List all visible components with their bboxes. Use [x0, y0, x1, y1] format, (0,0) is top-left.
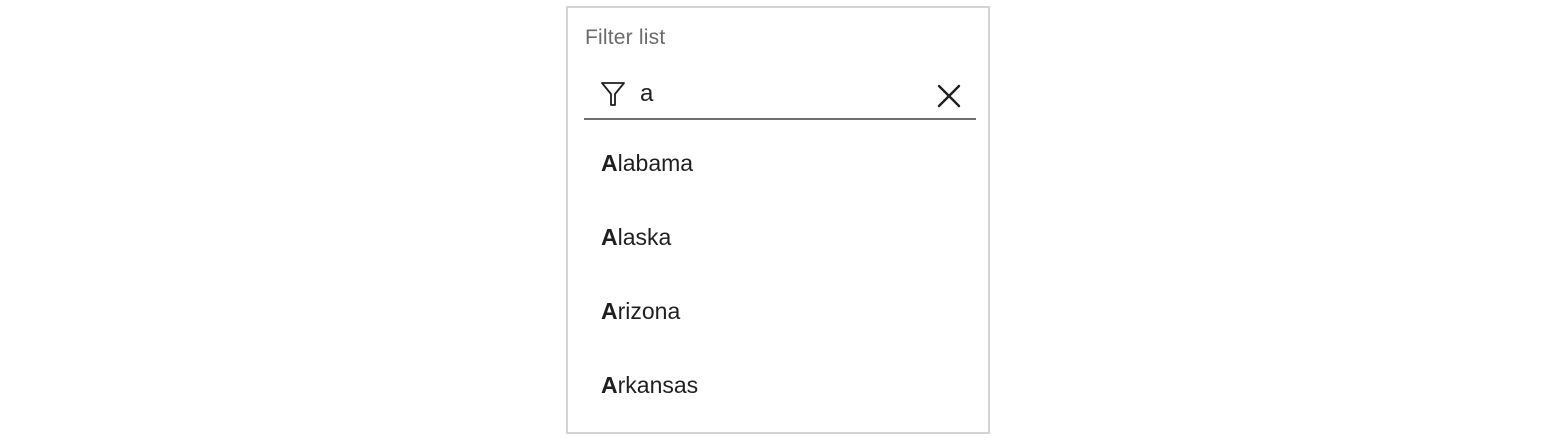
match-text: A [601, 298, 618, 324]
list-item[interactable]: Arizona [568, 274, 988, 348]
list-item[interactable]: Alabama [568, 126, 988, 200]
list-item[interactable]: Alaska [568, 200, 988, 274]
results-list: Alabama Alaska Arizona Arkansas [568, 126, 988, 422]
rest-text: rkansas [617, 372, 699, 398]
list-item[interactable]: Arkansas [568, 348, 988, 422]
filter-list-panel: Filter list Alabama Alaska Arizona Arkan… [566, 6, 990, 434]
filter-field[interactable] [584, 70, 976, 120]
rest-text: labama [617, 150, 694, 176]
match-text: A [601, 150, 618, 176]
filter-label: Filter list [585, 26, 666, 49]
rest-text: laska [617, 224, 672, 250]
match-text: A [601, 224, 618, 250]
close-icon[interactable] [936, 83, 962, 109]
rest-text: rizona [617, 298, 681, 324]
filter-input[interactable] [640, 75, 920, 113]
match-text: A [601, 372, 618, 398]
funnel-icon [601, 82, 625, 106]
